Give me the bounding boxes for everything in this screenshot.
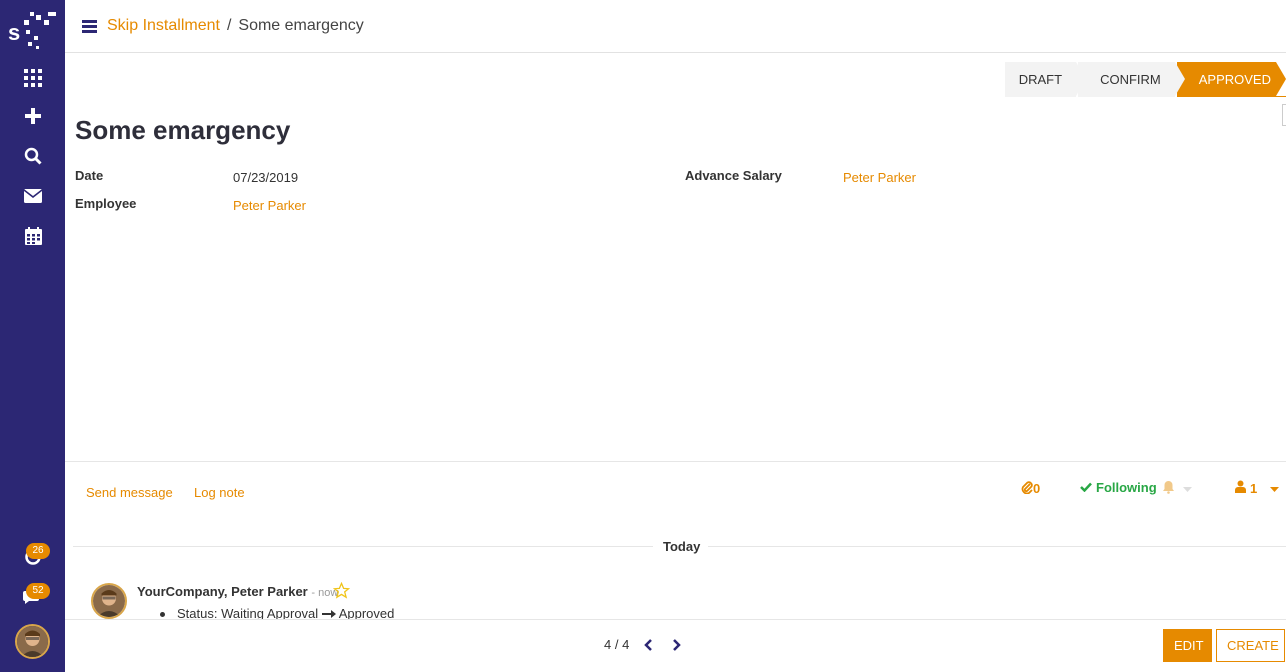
message-header: YourCompany, Peter Parker - now (137, 584, 338, 599)
form-edge-tab (1282, 104, 1286, 126)
employee-label: Employee (75, 196, 137, 211)
notification-settings-button[interactable] (1162, 480, 1192, 497)
apps-grid-icon[interactable] (20, 65, 46, 91)
status-bar: DRAFT CONFIRM APPROVED (1003, 62, 1286, 97)
chevron-down-icon (1183, 481, 1192, 496)
record-title: Some emargency (75, 115, 291, 145)
day-separator-line-right (708, 546, 1286, 547)
edit-button[interactable]: EDIT (1163, 629, 1212, 662)
breadcrumb-separator: / (226, 17, 232, 34)
day-separator-line-left (73, 546, 653, 547)
advance-salary-label: Advance Salary (685, 168, 782, 183)
pager-next-icon[interactable] (670, 638, 682, 652)
status-stage-confirm[interactable]: CONFIRM (1078, 62, 1185, 97)
sidebar: s 26 52 (0, 0, 65, 672)
attachments-button[interactable]: 0 (1021, 480, 1040, 497)
date-label: Date (75, 168, 104, 183)
envelope-icon[interactable] (20, 183, 46, 209)
pager-previous-icon[interactable] (643, 638, 655, 652)
check-icon (1080, 480, 1092, 495)
status-stage-draft[interactable]: DRAFT (1004, 62, 1087, 97)
menu-toggle-icon[interactable] (82, 20, 97, 33)
bell-icon (1162, 480, 1175, 497)
app-logo[interactable]: s (8, 8, 58, 52)
status-stage-approved[interactable]: APPROVED (1176, 62, 1286, 97)
footer-bar: 4 / 4 EDIT CREATE (65, 619, 1286, 672)
following-button[interactable]: Following (1080, 480, 1157, 495)
status-stage-approved-label: APPROVED (1198, 72, 1271, 87)
svg-text:s: s (8, 20, 20, 45)
plus-icon[interactable] (20, 103, 46, 129)
paperclip-icon (1021, 480, 1033, 497)
messages-badge: 52 (26, 583, 50, 599)
date-value: 07/23/2019 (233, 170, 299, 185)
caret-down-icon (1270, 481, 1280, 496)
star-icon[interactable] (332, 581, 351, 602)
create-button[interactable]: CREATE (1216, 629, 1285, 662)
message-author[interactable]: YourCompany, Peter Parker (137, 584, 308, 599)
breadcrumb-current: Some emargency (238, 17, 364, 34)
calendar-icon[interactable] (20, 223, 46, 249)
user-avatar[interactable] (15, 624, 50, 659)
followers-count: 1 (1250, 480, 1258, 496)
send-message-button[interactable]: Send message (86, 485, 173, 500)
attachments-count: 0 (1033, 481, 1041, 496)
pager-value[interactable]: 4 / 4 (604, 637, 629, 652)
breadcrumb: Skip Installment / Some emargency (107, 17, 364, 35)
following-label: Following (1096, 480, 1157, 495)
user-icon (1235, 480, 1246, 496)
message-author-avatar[interactable] (91, 583, 127, 619)
activity-badge: 26 (26, 543, 50, 559)
control-panel: Skip Installment / Some emargency (65, 0, 1286, 53)
employee-link[interactable]: Peter Parker (233, 198, 306, 213)
log-note-button[interactable]: Log note (194, 485, 245, 500)
day-separator-label: Today (663, 539, 701, 554)
breadcrumb-parent-link[interactable]: Skip Installment (107, 17, 220, 34)
advance-salary-link[interactable]: Peter Parker (843, 170, 916, 185)
chatter-divider (65, 461, 1286, 462)
search-icon[interactable] (20, 143, 46, 169)
followers-button[interactable]: 1 (1235, 480, 1280, 496)
